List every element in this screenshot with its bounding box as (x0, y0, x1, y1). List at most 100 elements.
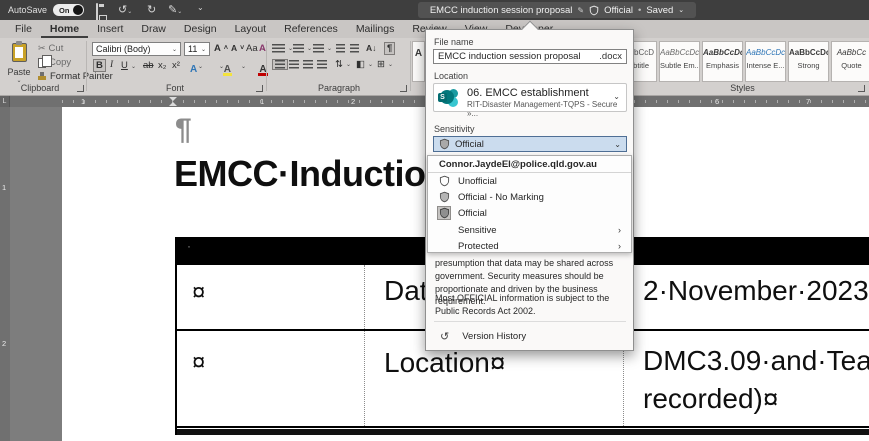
highlight-button[interactable]: A (222, 64, 232, 76)
tab-design[interactable]: Design (175, 20, 226, 38)
justify-button[interactable] (317, 60, 327, 69)
tab-references[interactable]: References (275, 20, 347, 38)
autosave-state: On (59, 6, 70, 15)
italic-button[interactable]: I (110, 60, 113, 70)
shading-button[interactable]: ◧ ⌄ (356, 59, 373, 70)
style-tile-strong[interactable]: AaBbCcDc Strong (788, 41, 829, 82)
tab-file[interactable]: File (6, 20, 41, 38)
shrink-font-button[interactable]: A ˅ (231, 43, 244, 53)
account-email: Connor.JaydeEl@police.qld.gov.au (428, 156, 631, 173)
align-left-button[interactable] (272, 59, 288, 70)
clear-formatting-button[interactable]: A (259, 43, 266, 54)
sensitivity-chevron-icon: ⌄ (614, 139, 621, 149)
align-center-button[interactable] (289, 60, 299, 69)
header-dot: · (187, 239, 191, 253)
style-tile-partial[interactable]: A (412, 41, 425, 82)
styles-dialog-launcher[interactable] (858, 85, 865, 92)
redo-button[interactable]: ↻ (147, 3, 156, 16)
vertical-ruler[interactable]: 1 2 (0, 107, 10, 441)
strikethrough-button[interactable]: ab (143, 60, 154, 71)
menu-item-official-no-marking[interactable]: Official - No Marking (428, 189, 631, 205)
grow-font-button[interactable]: A ˄ (214, 43, 228, 54)
cut-button[interactable]: ✂ Cut (38, 43, 63, 54)
style-tile-subtle-emphasis[interactable]: AaBbCcDc Subtle Em... (659, 41, 700, 82)
cell-value[interactable]: recorded)¤ (643, 383, 778, 415)
format-painter-button[interactable]: Format Painter (38, 71, 113, 82)
rename-pencil-icon[interactable]: ✎ (577, 6, 584, 15)
font-color-caret-icon[interactable]: ⌄ (241, 63, 246, 70)
table-row-black (177, 429, 869, 435)
file-name-input[interactable]: EMCC induction session proposal .docx (433, 49, 627, 64)
superscript-button[interactable]: x² (172, 60, 180, 71)
title-chevron-icon[interactable]: ⌄ (678, 6, 684, 14)
undo-button[interactable]: ↺⌄ (118, 3, 132, 16)
tab-mailings[interactable]: Mailings (347, 20, 404, 38)
sensitivity-dropdown[interactable]: Official ⌄ (433, 136, 627, 152)
tab-layout[interactable]: Layout (226, 20, 276, 38)
bold-button[interactable]: B (93, 59, 106, 72)
qat-more-button[interactable]: ⌄ (197, 3, 204, 12)
paste-button[interactable]: Paste ⌄ (4, 41, 34, 84)
cell-value[interactable]: 2·November·2023 (643, 275, 869, 307)
document-title-button[interactable]: EMCC induction session proposal ✎ Offici… (418, 2, 696, 18)
ruler-number: 2 (2, 339, 7, 348)
tab-home[interactable]: Home (40, 20, 89, 38)
clipboard-dialog-launcher[interactable] (77, 85, 84, 92)
location-chevron-icon[interactable]: ⌄ (613, 92, 620, 101)
pen-icon[interactable]: ✎⌄ (168, 3, 182, 16)
multilevel-list-button[interactable]: ⌄ (313, 44, 332, 53)
text-effects-button[interactable]: A (189, 64, 198, 75)
show-formatting-button[interactable]: ¶ (384, 42, 396, 55)
borders-button[interactable]: ⊞ ⌄ (377, 59, 393, 70)
style-tile-intense-emphasis[interactable]: AaBbCcDc Intense E... (745, 41, 786, 82)
menu-item-protected[interactable]: Protected › (428, 238, 631, 254)
undo-caret-icon[interactable]: ⌄ (127, 9, 132, 15)
paragraph-dialog-launcher[interactable] (400, 85, 407, 92)
sensitivity-badge[interactable]: Official (604, 5, 633, 16)
copy-icon (38, 55, 52, 68)
text-effects-caret-icon[interactable]: ⌄ (198, 63, 203, 70)
menu-item-sensitive[interactable]: Sensitive › (428, 222, 631, 238)
font-dialog-launcher[interactable] (256, 85, 263, 92)
highlight-caret-icon[interactable]: ⌄ (219, 63, 224, 70)
subscript-button[interactable]: x₂ (158, 60, 166, 71)
pen-caret-icon[interactable]: ⌄ (177, 9, 182, 15)
menu-item-official[interactable]: Official (428, 205, 631, 221)
underline-caret-icon[interactable]: ⌄ (131, 63, 136, 70)
shield-icon (589, 5, 599, 15)
sensitivity-label: Sensitivity (434, 124, 475, 134)
tab-selector[interactable]: L (0, 96, 10, 107)
location-button[interactable]: S 06. EMCC establishment RIT-Disaster Ma… (433, 83, 627, 118)
style-tile-emphasis[interactable]: AaBbCcDc Emphasis (702, 41, 743, 82)
decrease-indent-button[interactable] (336, 44, 345, 53)
format-painter-icon (38, 72, 47, 81)
location-label: Location (434, 71, 469, 81)
bullets-button[interactable]: ⌄ (272, 44, 293, 53)
numbering-button[interactable]: ⌄ (293, 44, 312, 53)
clipboard-group-label: Clipboard (20, 83, 60, 93)
autosave-toggle[interactable]: On (53, 4, 84, 16)
version-history-button[interactable]: ↺ Version History (440, 330, 526, 343)
font-name-combo[interactable]: Calibri (Body) ⌄ (92, 42, 181, 56)
sort-button[interactable]: A↓ (366, 43, 376, 53)
align-right-button[interactable] (303, 60, 313, 69)
records-act-note: Most OFFICIAL information is subject to … (435, 293, 610, 316)
menu-item-unofficial[interactable]: Unofficial (428, 173, 631, 189)
underline-button[interactable]: U (121, 60, 128, 71)
autosave-label: AutoSave (8, 5, 48, 15)
cell-label[interactable]: Location¤ (384, 347, 505, 379)
style-tile-quote[interactable]: AaBbCc Quote (831, 41, 869, 82)
saved-status: Saved (646, 4, 674, 16)
word-window: AutoSave On ↺⌄ ↻ ✎⌄ ⌄ EMCC induction ses… (0, 0, 869, 441)
tab-insert[interactable]: Insert (88, 20, 132, 38)
indent-marker[interactable] (169, 97, 178, 106)
cell-value[interactable]: DMC3.09·and·Tea (643, 345, 869, 377)
ruler-number: 1 (2, 183, 7, 192)
line-spacing-button[interactable]: ⇅ ⌄ (335, 59, 351, 70)
shield-icon (437, 190, 451, 204)
increase-indent-button[interactable] (350, 44, 359, 53)
copy-button[interactable]: Copy (38, 55, 71, 68)
ruler-number: 2 (351, 97, 356, 106)
font-size-combo[interactable]: 11 ⌄ (184, 42, 210, 56)
tab-draw[interactable]: Draw (132, 20, 175, 38)
